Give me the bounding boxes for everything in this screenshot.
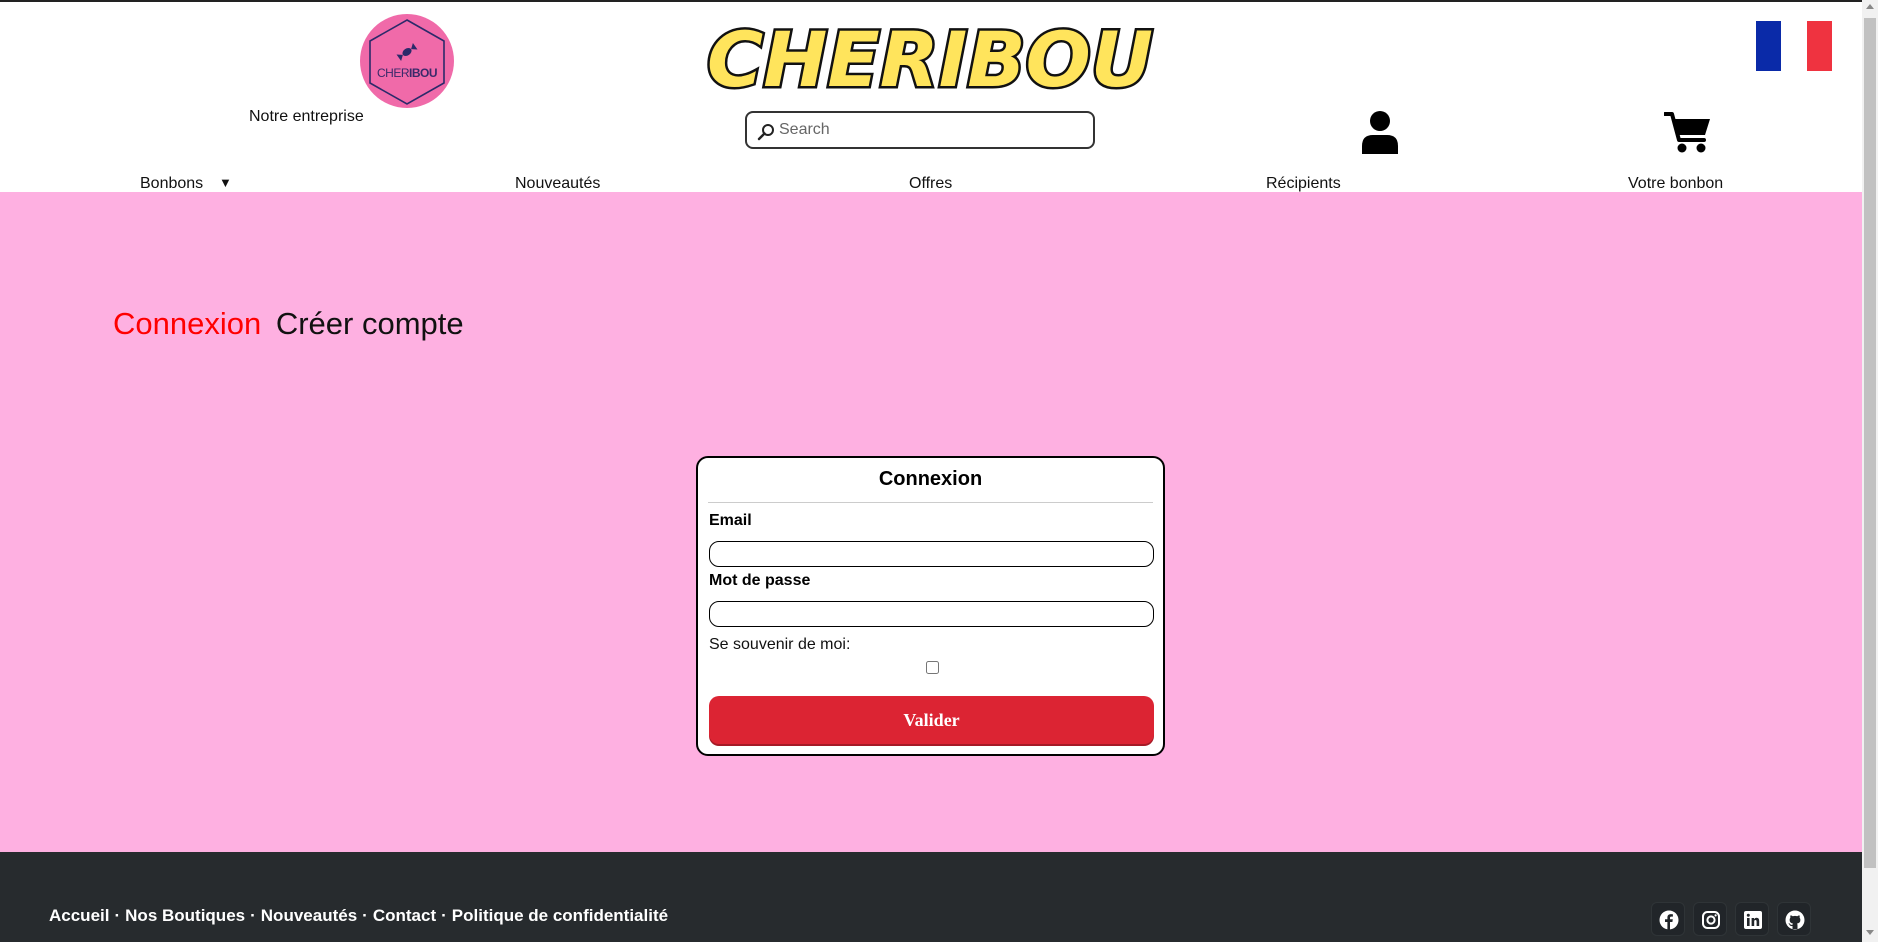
brand-logo[interactable]: CHERIBOU	[360, 14, 454, 108]
brand-title-text: CHERIBOU	[707, 15, 1153, 100]
search-bar[interactable]	[745, 111, 1095, 149]
main-nav: Bonbons ▼ Nouveautés Offres Récipients V…	[0, 172, 1862, 194]
instagram-icon[interactable]	[1693, 902, 1727, 936]
company-link[interactable]: Notre entreprise	[249, 108, 364, 126]
scroll-down-icon[interactable]	[1866, 930, 1874, 935]
footer-link-contact[interactable]: Contact	[373, 906, 436, 925]
chevron-down-icon[interactable]: ▼	[219, 175, 232, 190]
logo-hexagon-icon	[369, 19, 445, 105]
search-icon	[757, 124, 774, 141]
logo-text-bold: IBOU	[409, 66, 438, 80]
linkedin-icon[interactable]	[1735, 902, 1769, 936]
flag-stripe-white	[1781, 21, 1807, 71]
site-header: CHERIBOU Notre entreprise CHERIBOU Bonbo…	[0, 2, 1862, 192]
remember-me-label: Se souvenir de moi:	[709, 636, 851, 653]
brand-title-logo[interactable]: CHERIBOU	[700, 10, 1160, 101]
page-scrollbar[interactable]	[1862, 0, 1878, 942]
nav-item-nouveautes[interactable]: Nouveautés	[515, 175, 600, 193]
site-footer: Accueil · Nos Boutiques · Nouveautés · Contact…	[0, 852, 1862, 942]
login-form-title: Connexion	[878, 468, 983, 490]
submit-button[interactable]: Valider	[709, 696, 1154, 744]
auth-tabs: Connexion Créer compte	[113, 306, 464, 342]
footer-separator: ·	[441, 906, 447, 925]
facebook-glyph	[1659, 910, 1679, 930]
email-field[interactable]	[709, 541, 1154, 567]
logo-wordmark: CHERIBOU	[360, 66, 454, 80]
github-glyph	[1785, 910, 1805, 930]
logo-text-light: CHER	[376, 66, 410, 80]
nav-item-bonbons[interactable]: Bonbons	[140, 175, 203, 193]
user-icon[interactable]	[1360, 110, 1400, 154]
nav-item-votre-bonbon[interactable]: Votre bonbon	[1628, 175, 1723, 193]
nav-item-recipients[interactable]: Récipients	[1266, 175, 1341, 193]
main-content: Connexion Créer compte Connexion Email M…	[0, 192, 1862, 852]
password-label: Mot de passe	[709, 572, 811, 589]
instagram-glyph	[1702, 911, 1720, 929]
remember-me-checkbox[interactable]	[926, 661, 939, 674]
flag-stripe-red	[1806, 21, 1832, 71]
footer-separator: ·	[114, 906, 121, 925]
login-form: Connexion Email Mot de passe Se souvenir…	[696, 456, 1165, 756]
footer-separator: ·	[250, 906, 256, 925]
footer-link-privacy[interactable]: Politique de confidentialité	[452, 906, 668, 925]
search-input[interactable]	[779, 118, 1079, 142]
footer-link-accueil[interactable]: Accueil	[49, 906, 109, 925]
linkedin-glyph	[1744, 911, 1762, 929]
france-flag-icon[interactable]	[1756, 21, 1832, 71]
tab-creer-compte[interactable]: Créer compte	[276, 306, 464, 341]
footer-link-boutiques[interactable]: Nos Boutiques	[125, 906, 245, 925]
facebook-icon[interactable]	[1651, 902, 1685, 936]
password-field[interactable]	[709, 601, 1154, 627]
footer-separator: ·	[362, 906, 368, 925]
scroll-up-icon[interactable]	[1866, 4, 1874, 9]
tab-connexion[interactable]: Connexion	[113, 306, 261, 341]
nav-item-offres[interactable]: Offres	[909, 175, 952, 193]
email-label: Email	[709, 512, 752, 529]
scrollbar-thumb[interactable]	[1864, 18, 1876, 868]
divider	[708, 502, 1153, 503]
footer-link-nouveautes[interactable]: Nouveautés	[261, 906, 357, 925]
github-icon[interactable]	[1777, 902, 1811, 936]
footer-links: Accueil · Nos Boutiques · Nouveautés · Contact…	[49, 906, 668, 926]
flag-stripe-blue	[1756, 21, 1782, 71]
cart-icon[interactable]	[1664, 110, 1712, 154]
